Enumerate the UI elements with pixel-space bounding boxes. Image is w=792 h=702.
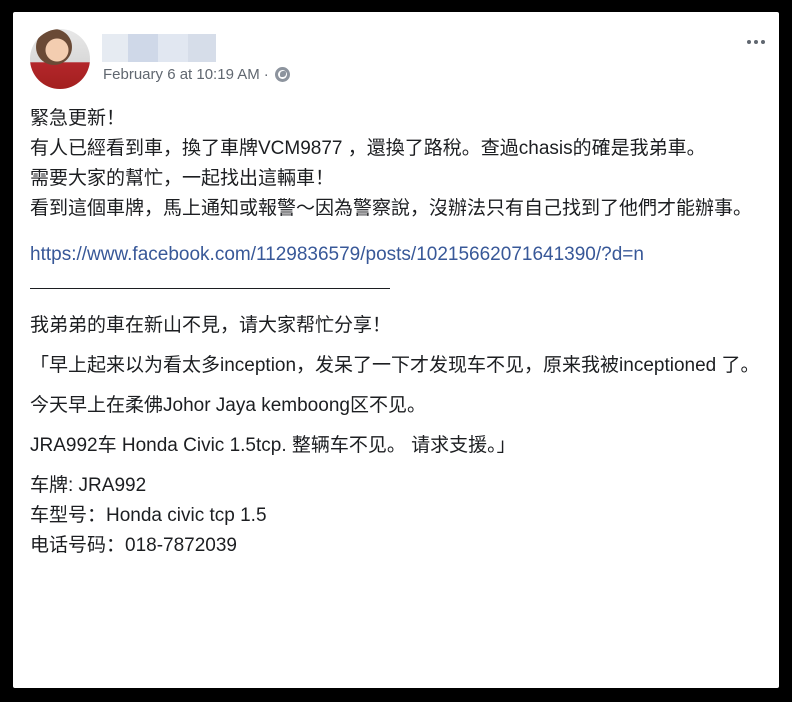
separator-line [30,288,390,289]
globe-icon[interactable] [274,67,290,82]
more-dot-icon [747,40,751,44]
more-dot-icon [761,40,765,44]
detail-line: 车牌: JRA992 [30,475,147,496]
update-line: 緊急更新！ [30,108,126,129]
more-options-button[interactable] [743,36,769,48]
post-meta: February 6 at 10:19 AM · [103,66,290,83]
appeal-text: 我弟弟的車在新山不見，请大家帮忙分享！ [30,315,392,336]
post-link[interactable]: https://www.facebook.com/1129836579/post… [30,240,770,270]
more-dot-icon [754,40,758,44]
update-line: 需要大家的幫忙，一起找出這輛車！ [30,168,335,189]
quote-text: JRA992车 Honda Civic 1.5tcp. 整辆车不见。 请求支援。… [30,435,516,456]
update-line: 看到這個車牌，馬上通知或報警～因為警察說，沒辦法只有自己找到了他們才能辦事。 [30,198,753,219]
post-body: 緊急更新！ 有人已經看到車，換了車牌VCM9877 ，還換了路稅。查過chasi… [30,104,770,561]
update-line: 有人已經看到車，換了車牌VCM9877 ，還換了路稅。查過chasis的確是我弟… [30,138,706,159]
author-name-redacted[interactable] [102,34,216,62]
post-timestamp[interactable]: February 6 at 10:19 AM [103,66,260,83]
detail-line: 电话号码：018-7872039 [30,535,237,556]
quote-text: 今天早上在柔佛Johor Jaya kemboong区不见。 [30,395,426,416]
profile-avatar[interactable] [30,29,90,89]
quote-text: 「早上起来以为看太多inception，发呆了一下才发现车不见，原来我被ince… [30,355,760,376]
post-card: February 6 at 10:19 AM · 緊急更新！ 有人已經看到車，換… [13,12,779,688]
detail-line: 车型号：Honda civic tcp 1.5 [30,505,267,526]
meta-separator: · [263,66,269,83]
